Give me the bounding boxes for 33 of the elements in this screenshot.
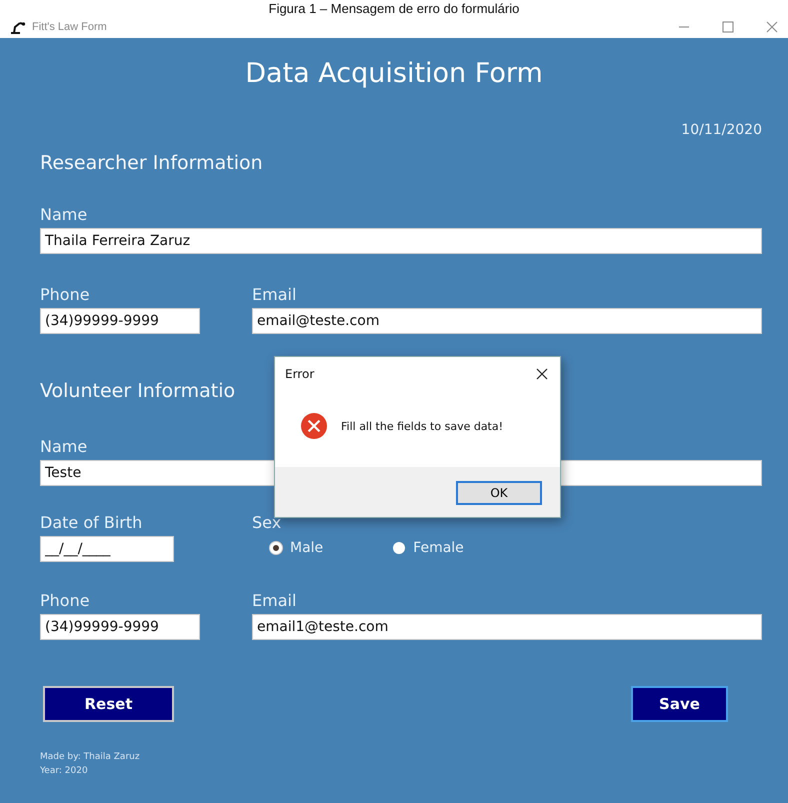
name-field[interactable]: Thaila Ferreira Zaruz [40,228,762,254]
email-field[interactable]: email1@teste.com [252,614,762,640]
dialog-title: Error [285,367,314,381]
field-label: Email [252,590,298,612]
form-title: Data Acquisition Form [244,57,544,91]
phone-field[interactable]: (34)99999-9999 [40,614,200,640]
section-heading: Volunteer Informatio [40,379,236,404]
phone-field[interactable]: (34)99999-9999 [40,308,200,334]
field-label: Phone [40,284,91,306]
field-label: Email [252,284,298,306]
radio-option[interactable]: Female [393,540,464,556]
footer-text: Made by: Thaila Zaruz [40,752,140,762]
ok-button[interactable]: OK [456,481,542,505]
field-label: Name [40,204,88,226]
field-label: Name [40,436,88,458]
close-icon[interactable] [536,368,548,380]
error-message: Fill all the fields to save data! [341,420,504,432]
section-heading: Researcher Information [40,151,264,176]
save-button[interactable]: Save [631,686,728,722]
maximize-icon[interactable] [722,21,734,33]
footer-text: Year: 2020 [40,766,88,776]
field-label: Date of Birth [40,512,144,534]
window-title: Fitt's Law Form [32,21,107,33]
reset-button[interactable]: Reset [43,686,174,722]
field-label: Phone [40,590,91,612]
date-of-birth-field[interactable]: __/__/____ [40,536,174,562]
date-text: 10/11/2020 [681,122,762,138]
radio-option[interactable]: Male [270,540,324,556]
email-field[interactable]: email@teste.com [252,308,762,334]
figure-caption: Figura 1 – Mensagem de erro do formulário [268,1,520,16]
field-label: Sex [252,512,282,534]
robot-arm-icon [10,20,26,34]
error-icon [301,413,327,439]
